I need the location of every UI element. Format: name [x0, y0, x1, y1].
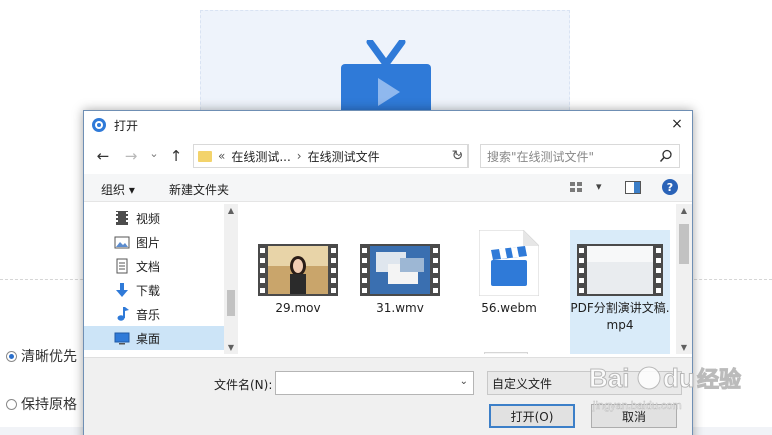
- file-item[interactable]: 29.mov: [248, 244, 348, 317]
- file-item[interactable]: 56.webm: [467, 230, 551, 317]
- sidebar-item-desktop[interactable]: 桌面: [84, 326, 224, 350]
- search-placeholder: 搜索"在线测试文件": [487, 149, 595, 164]
- quality-option-original[interactable]: 保持原格: [6, 394, 77, 414]
- help-icon: ?: [666, 180, 674, 194]
- filename-label: 文件名(N):: [214, 378, 273, 392]
- folder-icon: [198, 150, 212, 162]
- svg-text:Bai: Bai: [589, 363, 629, 393]
- sidebar-scrollbar[interactable]: ▲ ▼: [224, 204, 238, 354]
- option-label: 保持原格: [21, 397, 77, 413]
- svg-text:经验: 经验: [697, 367, 741, 393]
- address-bar[interactable]: « 在线测试... › 在线测试文件 ⌄: [193, 144, 468, 168]
- chevron-down-icon: ⌄: [149, 146, 159, 160]
- file-name: 31.wmv: [376, 301, 424, 315]
- svg-text:du: du: [663, 363, 695, 393]
- organize-menu[interactable]: 组织 ▾: [101, 181, 135, 198]
- search-input[interactable]: 搜索"在线测试文件": [480, 144, 680, 168]
- sidebar-item-music[interactable]: 音乐: [114, 302, 239, 326]
- clapperboard-icon: [479, 230, 539, 296]
- radio-unchecked-icon[interactable]: [6, 398, 17, 410]
- file-list-scrollbar[interactable]: ▲ ▼: [676, 204, 692, 354]
- sidebar-item-label: 桌面: [136, 331, 161, 346]
- navigation-pane: 视频 图片 文档 下载 音乐 桌面: [84, 204, 239, 354]
- document-icon: [116, 258, 128, 274]
- scroll-up-icon[interactable]: ▲: [677, 206, 691, 215]
- forward-arrow-icon: →: [124, 147, 138, 165]
- option-label: 清晰优先: [21, 349, 77, 365]
- sidebar-item-downloads[interactable]: 下载: [114, 278, 239, 302]
- file-name: 29.mov: [275, 301, 321, 315]
- dialog-titlebar[interactable]: 打开 ×: [84, 111, 692, 139]
- picture-icon: [114, 236, 130, 249]
- up-button[interactable]: ↑: [167, 146, 185, 166]
- open-button-label: 打开(O): [510, 409, 554, 424]
- music-icon: [117, 307, 129, 321]
- search-icon: [659, 149, 672, 162]
- file-item[interactable]: 31.wmv: [350, 244, 450, 317]
- back-button[interactable]: ←: [94, 146, 112, 166]
- sidebar-item-label: 文档: [136, 259, 161, 274]
- video-thumbnail-icon: [360, 244, 440, 296]
- svg-text:jingyan.baidu.com: jingyan.baidu.com: [592, 400, 682, 412]
- file-name: 56.webm: [481, 301, 537, 315]
- file-item-partial: [484, 352, 528, 354]
- file-item-selected[interactable]: PDF分割演讲文稿.mp4: [570, 230, 670, 354]
- forward-button[interactable]: →: [122, 146, 140, 166]
- close-icon: ×: [671, 116, 683, 132]
- video-thumbnail-icon: [258, 244, 338, 296]
- breadcrumb-item[interactable]: 在线测试文件: [308, 148, 380, 165]
- download-icon: [116, 283, 128, 297]
- sidebar-item-label: 视频: [136, 211, 161, 226]
- back-arrow-icon: ←: [96, 147, 110, 165]
- help-button[interactable]: ?: [662, 179, 678, 195]
- sidebar-item-documents[interactable]: 文档: [114, 254, 239, 278]
- open-button[interactable]: 打开(O): [489, 404, 575, 428]
- file-scroll-thumb[interactable]: [679, 224, 689, 264]
- sidebar-item-label: 音乐: [136, 307, 161, 322]
- sidebar-scroll-thumb[interactable]: [227, 290, 235, 316]
- view-menu-chevron-icon[interactable]: ▾: [596, 180, 602, 193]
- sidebar-item-videos[interactable]: 视频: [114, 206, 239, 230]
- view-options-icon[interactable]: [570, 182, 583, 194]
- baidu-jingyan-watermark: Bai du 经验 jingyan.baidu.com: [589, 363, 742, 413]
- close-button[interactable]: ×: [662, 111, 692, 137]
- breadcrumb-overflow[interactable]: «: [218, 149, 225, 163]
- scroll-down-icon[interactable]: ▼: [224, 343, 238, 352]
- sidebar-item-pictures[interactable]: 图片: [114, 230, 239, 254]
- video-thumbnail-icon: [577, 244, 663, 296]
- sidebar-item-label: 下载: [136, 283, 161, 298]
- file-list: 29.mov 31.wmv 56.webm PDF分割演讲文稿.mp4: [241, 204, 677, 354]
- refresh-button[interactable]: ↻: [447, 144, 469, 168]
- recent-locations-button[interactable]: ⌄: [148, 143, 160, 163]
- refresh-icon: ↻: [451, 148, 464, 164]
- filename-input[interactable]: ⌄: [275, 371, 474, 395]
- tv-logo-icon: [341, 40, 431, 116]
- sidebar-item-label: 图片: [136, 235, 161, 250]
- new-folder-button[interactable]: 新建文件夹: [169, 181, 229, 198]
- chevron-down-icon[interactable]: ⌄: [460, 376, 468, 387]
- desktop-icon: [114, 332, 130, 345]
- scroll-down-icon[interactable]: ▼: [677, 343, 691, 352]
- preview-pane-icon[interactable]: [625, 181, 641, 194]
- up-arrow-icon: ↑: [169, 147, 183, 165]
- sidebar-item-partial: [114, 350, 239, 354]
- app-logo-icon: [92, 118, 106, 132]
- scroll-up-icon[interactable]: ▲: [224, 206, 238, 215]
- breadcrumb-item[interactable]: 在线测试...: [231, 148, 290, 165]
- file-name: PDF分割演讲文稿.mp4: [570, 301, 670, 332]
- navigation-bar: ← → ⌄ ↑ « 在线测试... › 在线测试文件 ⌄ ↻ 搜索"在线测试文件…: [84, 143, 692, 169]
- radio-checked-icon[interactable]: [6, 350, 17, 362]
- breadcrumb-separator[interactable]: ›: [297, 149, 302, 163]
- quality-option-clarity[interactable]: 清晰优先: [6, 346, 77, 366]
- file-type-value: 自定义文件: [492, 376, 553, 391]
- command-bar: 组织 ▾ 新建文件夹 ▾ ?: [84, 174, 692, 202]
- dialog-title: 打开: [114, 119, 139, 133]
- video-icon: [116, 211, 128, 225]
